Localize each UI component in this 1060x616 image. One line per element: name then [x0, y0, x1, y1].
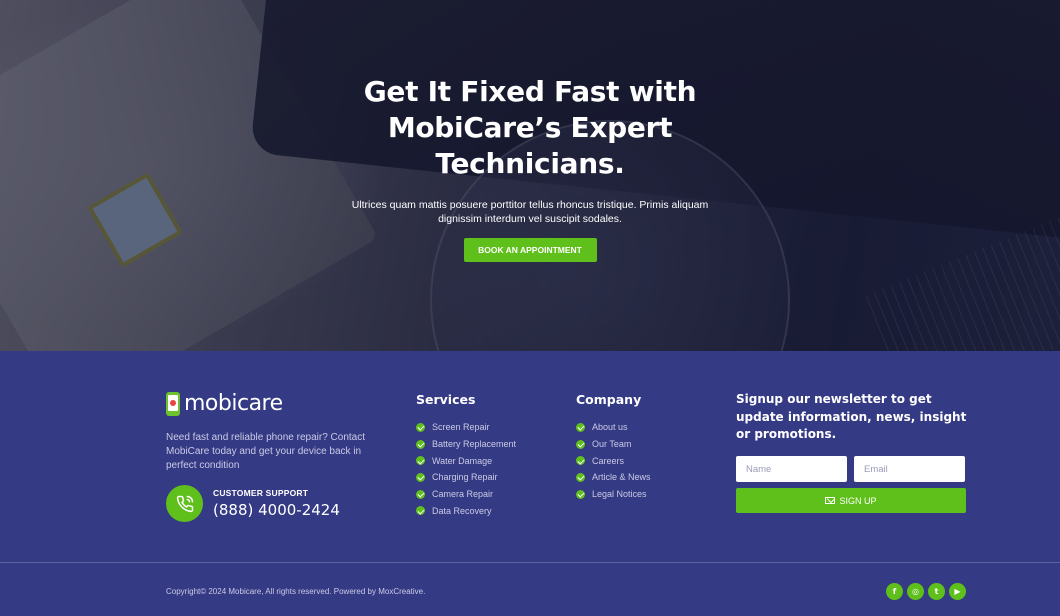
- youtube-icon[interactable]: ▶: [949, 583, 966, 600]
- customer-support: CUSTOMER SUPPORT (888) 4000-2424: [166, 485, 340, 522]
- hero-subtitle: Ultrices quam mattis posuere porttitor t…: [351, 199, 709, 225]
- company-column: Company About us Our Team Careers Articl…: [576, 392, 651, 502]
- mail-icon: [825, 497, 836, 504]
- company-link[interactable]: About us: [576, 419, 651, 436]
- newsletter-title: Signup our newsletter to get update info…: [736, 392, 967, 441]
- footer-divider: [0, 562, 1060, 563]
- services-list: Screen Repair Battery Replacement Water …: [416, 419, 516, 519]
- service-link-label: Battery Replacement: [432, 439, 517, 450]
- social-links: f ◎ t ▶: [886, 583, 966, 600]
- hero-section: Get It Fixed Fast with MobiCare’s Expert…: [0, 0, 1060, 351]
- phone-call-icon: [166, 485, 203, 522]
- services-column: Services Screen Repair Battery Replaceme…: [416, 392, 516, 519]
- check-icon: [416, 439, 425, 449]
- company-link-label: About us: [592, 422, 628, 433]
- phone-logo-icon: [166, 391, 180, 416]
- company-link[interactable]: Legal Notices: [576, 486, 651, 503]
- company-list: About us Our Team Careers Article & News…: [576, 419, 651, 502]
- service-link[interactable]: Data Recovery: [416, 502, 516, 519]
- company-link-label: Article & News: [592, 472, 651, 483]
- twitter-icon[interactable]: t: [928, 583, 945, 600]
- service-link-label: Water Damage: [432, 455, 493, 466]
- check-icon: [416, 506, 425, 516]
- company-link[interactable]: Article & News: [576, 469, 651, 486]
- company-link-label: Legal Notices: [592, 489, 647, 500]
- newsletter-name-input[interactable]: [736, 456, 847, 482]
- copyright-text: Copyright© 2024 Mobicare, All rights res…: [166, 587, 426, 596]
- company-link-label: Careers: [592, 455, 625, 466]
- service-link[interactable]: Camera Repair: [416, 486, 516, 503]
- service-link[interactable]: Water Damage: [416, 452, 516, 469]
- site-footer: mobicare Need fast and reliable phone re…: [0, 351, 1060, 616]
- check-icon: [576, 489, 585, 499]
- company-link[interactable]: Careers: [576, 452, 651, 469]
- facebook-icon[interactable]: f: [886, 583, 903, 600]
- check-icon: [416, 472, 425, 482]
- check-icon: [416, 456, 425, 466]
- support-phone-number[interactable]: (888) 4000-2424: [213, 501, 340, 519]
- check-icon: [576, 472, 585, 482]
- hero-title: Get It Fixed Fast with MobiCare’s Expert…: [363, 75, 697, 180]
- logo-text: mobicare: [184, 391, 283, 416]
- service-link[interactable]: Charging Repair: [416, 469, 516, 486]
- newsletter-email-input[interactable]: [854, 456, 965, 482]
- services-title: Services: [416, 392, 476, 407]
- book-appointment-button[interactable]: BOOK AN APPOINTMENT: [463, 238, 597, 262]
- hero-content: Get It Fixed Fast with MobiCare’s Expert…: [0, 74, 1060, 262]
- service-link[interactable]: Screen Repair: [416, 419, 516, 436]
- service-link-label: Charging Repair: [432, 472, 498, 483]
- service-link-label: Screen Repair: [432, 422, 490, 433]
- support-label: CUSTOMER SUPPORT: [213, 488, 309, 498]
- service-link-label: Data Recovery: [432, 505, 492, 516]
- check-icon: [416, 489, 425, 499]
- company-link-label: Our Team: [592, 439, 632, 450]
- check-icon: [576, 439, 585, 449]
- company-link[interactable]: Our Team: [576, 436, 651, 453]
- service-link-label: Camera Repair: [432, 489, 494, 500]
- mobicare-logo[interactable]: mobicare: [166, 391, 283, 416]
- check-icon: [576, 422, 585, 432]
- footer-about-text: Need fast and reliable phone repair? Con…: [166, 432, 366, 471]
- check-icon: [576, 456, 585, 466]
- company-title: Company: [576, 392, 642, 407]
- service-link[interactable]: Battery Replacement: [416, 436, 516, 453]
- instagram-icon[interactable]: ◎: [907, 583, 924, 600]
- signup-button-label: SIGN UP: [839, 495, 877, 506]
- check-icon: [416, 422, 425, 432]
- newsletter-signup-button[interactable]: SIGN UP: [736, 488, 966, 513]
